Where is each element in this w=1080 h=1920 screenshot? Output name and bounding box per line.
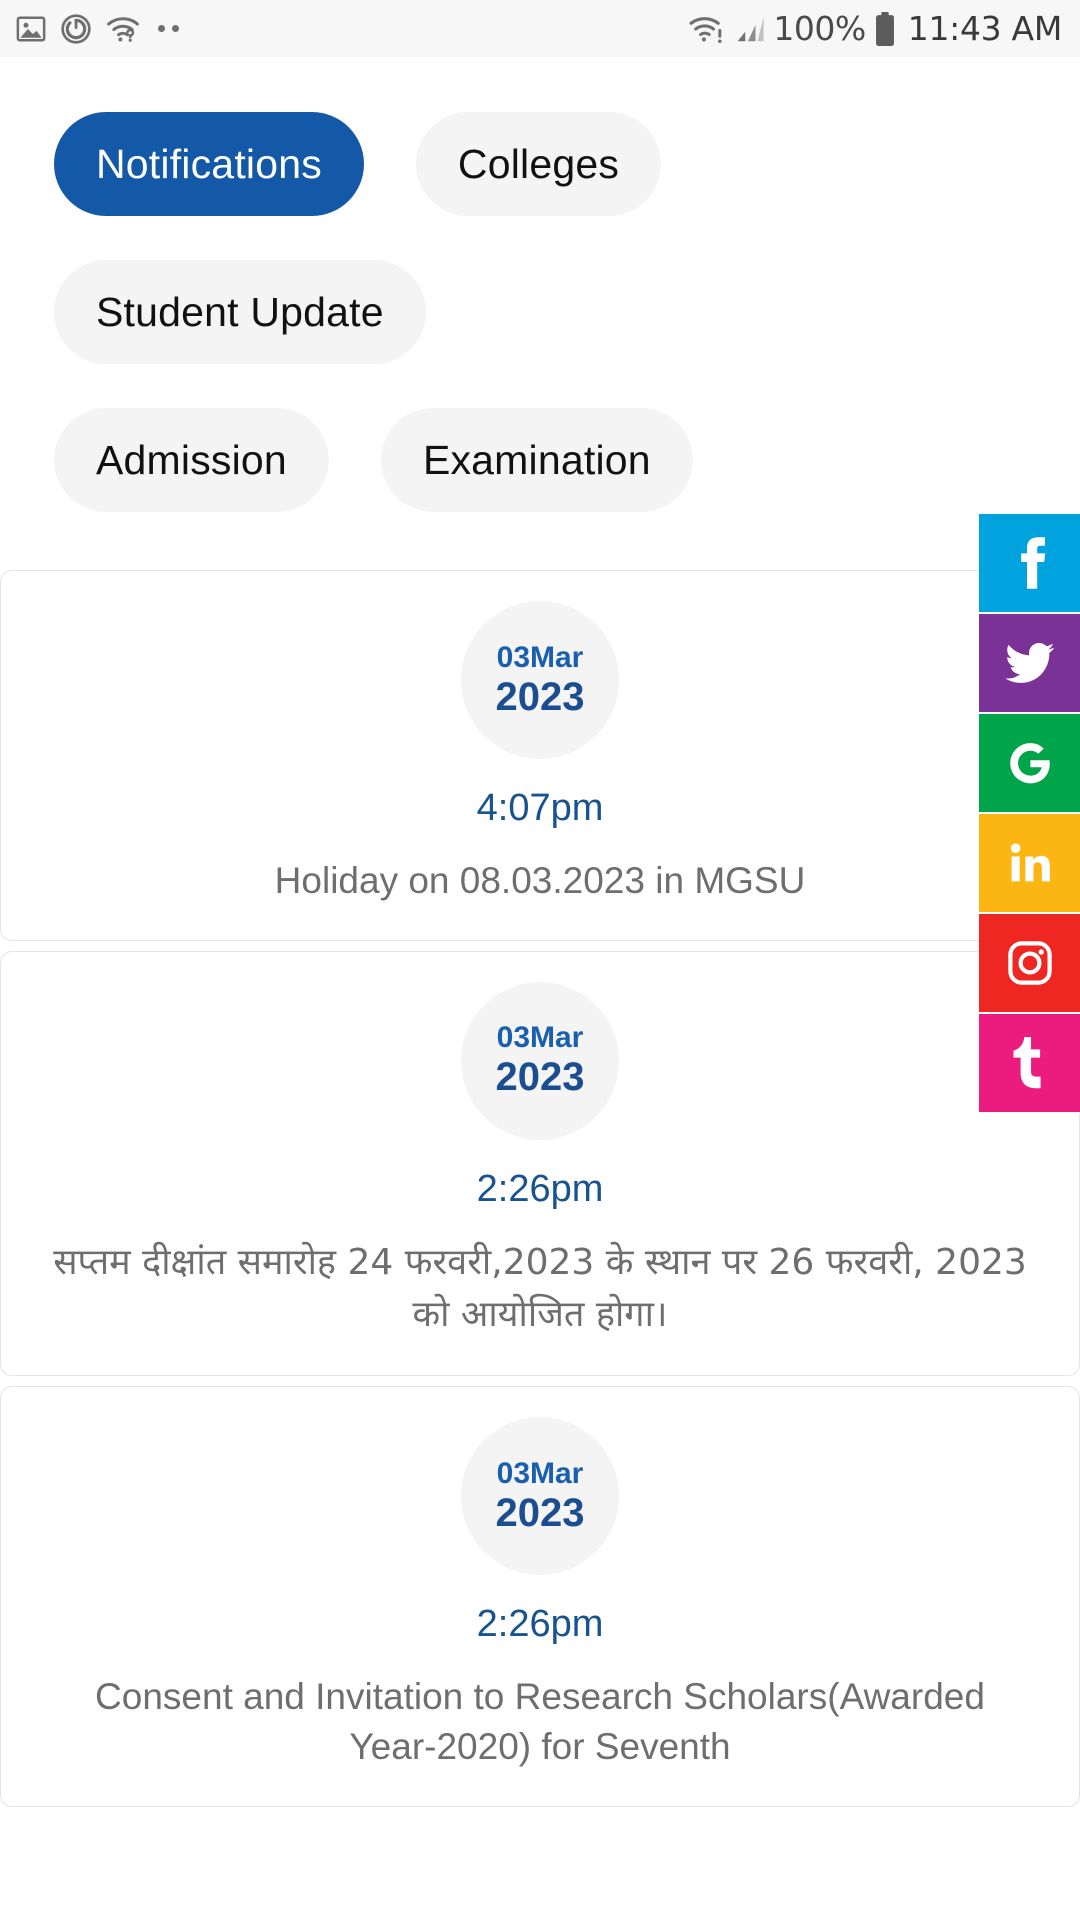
social-link-linkedin[interactable]: [979, 814, 1080, 914]
category-tab-bar: Notifications Colleges Student Update Ad…: [0, 57, 1080, 556]
notification-title[interactable]: Consent and Invitation to Research Schol…: [50, 1672, 1030, 1772]
social-link-google[interactable]: [979, 714, 1080, 814]
date-day-month: 03Mar: [496, 640, 584, 674]
google-icon: [1007, 740, 1053, 786]
date-badge: 03Mar 2023: [461, 981, 619, 1140]
date-badge: 03Mar 2023: [461, 1417, 619, 1576]
signal-bars-icon: [735, 14, 765, 44]
status-bar-right-icons: 100% 11:43 AM: [689, 9, 1062, 48]
tab-colleges[interactable]: Colleges: [415, 112, 662, 216]
tab-student-update[interactable]: Student Update: [54, 260, 426, 364]
notification-time: 2:26pm: [476, 1167, 604, 1210]
social-share-sidebar: [979, 514, 1080, 1114]
status-bar: 100% 11:43 AM: [0, 0, 1080, 57]
tab-notifications[interactable]: Notifications: [54, 112, 364, 216]
notification-time: 4:07pm: [476, 787, 604, 829]
date-year: 2023: [495, 674, 585, 719]
tab-examination[interactable]: Examination: [380, 408, 693, 512]
date-year: 2023: [495, 1055, 585, 1100]
social-link-tumblr[interactable]: [979, 1014, 1080, 1114]
clock-label: 11:43 AM: [907, 9, 1063, 48]
status-bar-left-icons: [16, 13, 179, 45]
battery-percent-label: 100%: [773, 9, 866, 48]
date-day-month: 03Mar: [496, 1021, 584, 1055]
notification-time: 2:26pm: [476, 1603, 604, 1646]
more-dots-icon: [158, 25, 179, 32]
date-year: 2023: [495, 1490, 585, 1535]
notification-title[interactable]: सप्तम दीक्षांत समारोह 24 फरवरी,2023 के स…: [50, 1237, 1030, 1341]
social-link-facebook[interactable]: [979, 514, 1080, 614]
notification-card[interactable]: 03Mar 2023 2:26pm Consent and Invitation…: [0, 1386, 1080, 1808]
tab-admission[interactable]: Admission: [54, 408, 329, 512]
notification-list: 03Mar 2023 4:07pm Holiday on 08.03.2023 …: [0, 570, 1080, 1817]
wifi-alert-icon: [689, 13, 727, 45]
linkedin-icon: [1007, 840, 1053, 886]
social-link-instagram[interactable]: [979, 914, 1080, 1014]
facebook-icon: [1010, 535, 1050, 591]
date-badge: 03Mar 2023: [461, 601, 619, 759]
instagram-icon: [1006, 939, 1054, 987]
image-icon: [16, 14, 46, 44]
battery-icon: [874, 11, 896, 46]
social-link-twitter[interactable]: [979, 614, 1080, 714]
date-day-month: 03Mar: [496, 1456, 584, 1490]
notification-card[interactable]: 03Mar 2023 4:07pm Holiday on 08.03.2023 …: [0, 570, 1080, 941]
do-not-disturb-icon: [60, 13, 92, 45]
tumblr-icon: [1013, 1037, 1047, 1089]
wifi-question-icon: [106, 14, 140, 44]
phone-screen: 100% 11:43 AM Notifications Colleges Stu…: [0, 0, 1080, 1920]
twitter-icon: [1004, 641, 1055, 685]
notification-card[interactable]: 03Mar 2023 2:26pm सप्तम दीक्षांत समारोह …: [0, 950, 1080, 1377]
notification-title[interactable]: Holiday on 08.03.2023 in MGSU: [275, 856, 806, 906]
